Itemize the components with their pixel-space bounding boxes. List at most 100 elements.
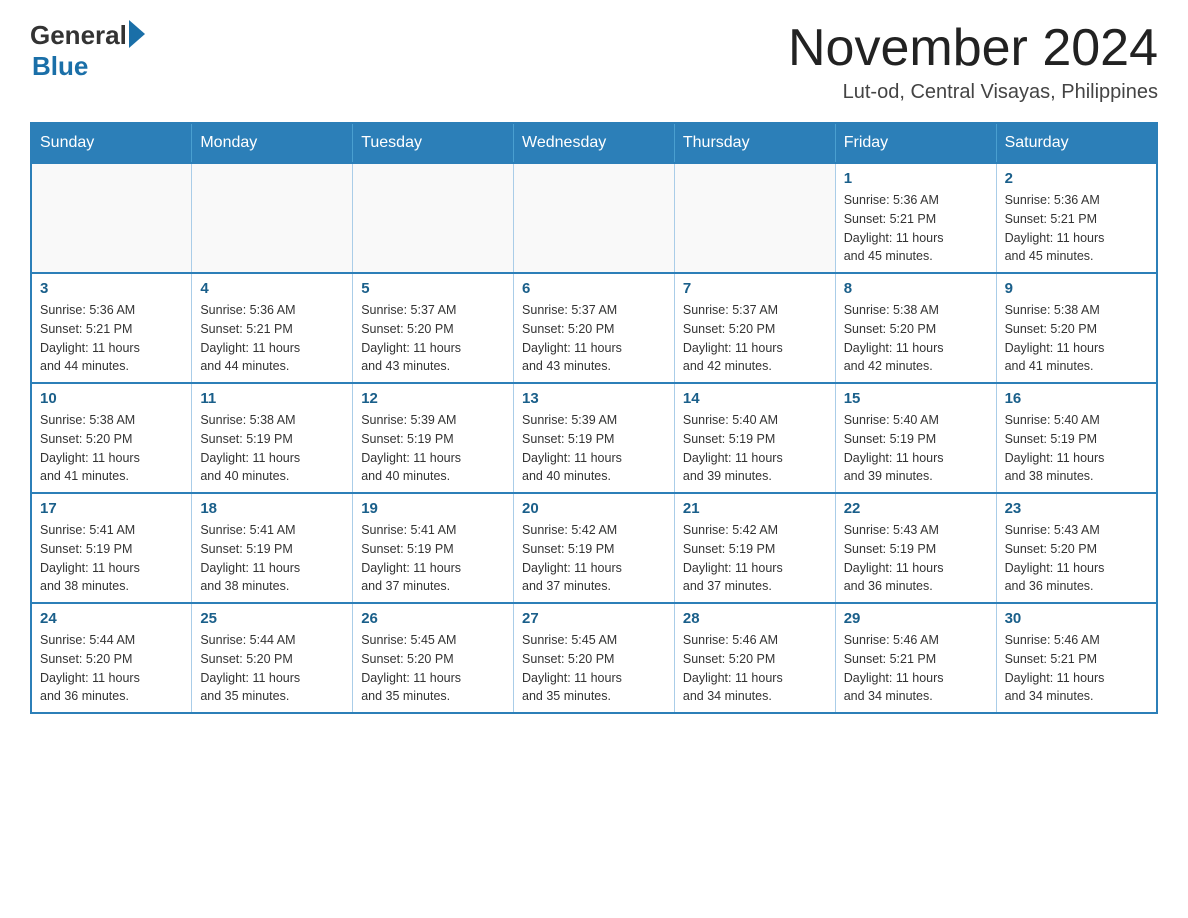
calendar-cell <box>674 163 835 273</box>
calendar-header-row: SundayMondayTuesdayWednesdayThursdayFrid… <box>31 123 1157 163</box>
day-number: 19 <box>361 500 505 517</box>
day-number: 29 <box>844 610 988 627</box>
calendar-week-row: 10 Sunrise: 5:38 AM Sunset: 5:20 PM Dayli… <box>31 383 1157 493</box>
calendar-cell: 10 Sunrise: 5:38 AM Sunset: 5:20 PM Dayli… <box>31 383 192 493</box>
logo: General Blue <box>30 20 145 82</box>
day-number: 25 <box>200 610 344 627</box>
day-info: Sunrise: 5:40 AM Sunset: 5:19 PM Dayligh… <box>844 411 988 486</box>
day-number: 28 <box>683 610 827 627</box>
day-number: 18 <box>200 500 344 517</box>
calendar-cell: 27Sunrise: 5:45 AM Sunset: 5:20 PM Dayli… <box>514 603 675 713</box>
day-number: 27 <box>522 610 666 627</box>
calendar-cell: 3Sunrise: 5:36 AM Sunset: 5:21 PM Daylig… <box>31 273 192 383</box>
calendar-day-header: Tuesday <box>353 123 514 163</box>
day-info: Sunrise: 5:46 AM Sunset: 5:21 PM Dayligh… <box>844 631 988 706</box>
calendar-cell: 22 Sunrise: 5:43 AM Sunset: 5:19 PM Dayli… <box>835 493 996 603</box>
day-info: Sunrise: 5:38 AM Sunset: 5:19 PM Dayligh… <box>200 411 344 486</box>
day-info: Sunrise: 5:36 AM Sunset: 5:21 PM Dayligh… <box>1005 191 1148 266</box>
calendar-cell: 1 Sunrise: 5:36 AM Sunset: 5:21 PM Daylig… <box>835 163 996 273</box>
calendar-week-row: 17Sunrise: 5:41 AM Sunset: 5:19 PM Dayli… <box>31 493 1157 603</box>
day-info: Sunrise: 5:43 AM Sunset: 5:20 PM Dayligh… <box>1005 521 1148 596</box>
calendar-cell <box>192 163 353 273</box>
day-number: 30 <box>1005 610 1148 627</box>
day-number: 3 <box>40 280 183 297</box>
day-number: 2 <box>1005 170 1148 187</box>
day-info: Sunrise: 5:40 AM Sunset: 5:19 PM Dayligh… <box>1005 411 1148 486</box>
day-number: 9 <box>1005 280 1148 297</box>
day-number: 11 <box>200 390 344 407</box>
day-info: Sunrise: 5:38 AM Sunset: 5:20 PM Dayligh… <box>40 411 183 486</box>
calendar-day-header: Saturday <box>996 123 1157 163</box>
day-number: 16 <box>1005 390 1148 407</box>
calendar-day-header: Friday <box>835 123 996 163</box>
calendar-week-row: 24 Sunrise: 5:44 AM Sunset: 5:20 PM Dayli… <box>31 603 1157 713</box>
day-number: 12 <box>361 390 505 407</box>
day-number: 1 <box>844 170 988 187</box>
calendar-cell: 12 Sunrise: 5:39 AM Sunset: 5:19 PM Dayli… <box>353 383 514 493</box>
day-info: Sunrise: 5:38 AM Sunset: 5:20 PM Dayligh… <box>844 301 988 376</box>
day-number: 8 <box>844 280 988 297</box>
day-info: Sunrise: 5:44 AM Sunset: 5:20 PM Dayligh… <box>40 631 183 706</box>
calendar-cell: 29 Sunrise: 5:46 AM Sunset: 5:21 PM Dayli… <box>835 603 996 713</box>
day-info: Sunrise: 5:41 AM Sunset: 5:19 PM Dayligh… <box>40 521 183 596</box>
title-section: November 2024 Lut-od, Central Visayas, P… <box>788 20 1158 104</box>
calendar-cell: 26 Sunrise: 5:45 AM Sunset: 5:20 PM Dayli… <box>353 603 514 713</box>
day-number: 24 <box>40 610 183 627</box>
day-info: Sunrise: 5:46 AM Sunset: 5:21 PM Dayligh… <box>1005 631 1148 706</box>
calendar-cell: 11 Sunrise: 5:38 AM Sunset: 5:19 PM Dayli… <box>192 383 353 493</box>
day-number: 23 <box>1005 500 1148 517</box>
calendar-cell: 4 Sunrise: 5:36 AM Sunset: 5:21 PM Daylig… <box>192 273 353 383</box>
day-info: Sunrise: 5:39 AM Sunset: 5:19 PM Dayligh… <box>361 411 505 486</box>
logo-arrow-icon <box>129 20 145 48</box>
logo-general-text: General <box>30 20 127 51</box>
calendar-week-row: 3 Sunrise: 5:36 AM Sunset: 5:21 PM Daylig… <box>31 273 1157 383</box>
day-info: Sunrise: 5:39 AM Sunset: 5:19 PM Dayligh… <box>522 411 666 486</box>
calendar-cell: 24 Sunrise: 5:44 AM Sunset: 5:20 PM Dayli… <box>31 603 192 713</box>
calendar-cell: 28 Sunrise: 5:46 AM Sunset: 5:20 PM Dayli… <box>674 603 835 713</box>
calendar-day-header: Monday <box>192 123 353 163</box>
day-info: Sunrise: 5:41 AM Sunset: 5:19 PM Dayligh… <box>361 521 505 596</box>
calendar-cell: 16 Sunrise: 5:40 AM Sunset: 5:19 PM Dayli… <box>996 383 1157 493</box>
day-number: 7 <box>683 280 827 297</box>
calendar-cell: 20 Sunrise: 5:42 AM Sunset: 5:19 PM Dayli… <box>514 493 675 603</box>
calendar-day-header: Sunday <box>31 123 192 163</box>
calendar-cell <box>353 163 514 273</box>
calendar-cell <box>514 163 675 273</box>
day-number: 26 <box>361 610 505 627</box>
day-number: 22 <box>844 500 988 517</box>
calendar-cell: 2 Sunrise: 5:36 AM Sunset: 5:21 PM Daylig… <box>996 163 1157 273</box>
day-info: Sunrise: 5:42 AM Sunset: 5:19 PM Dayligh… <box>522 521 666 596</box>
calendar-cell: 5 Sunrise: 5:37 AM Sunset: 5:20 PM Daylig… <box>353 273 514 383</box>
calendar-table: SundayMondayTuesdayWednesdayThursdayFrid… <box>30 122 1158 714</box>
day-info: Sunrise: 5:44 AM Sunset: 5:20 PM Dayligh… <box>200 631 344 706</box>
day-info: Sunrise: 5:43 AM Sunset: 5:19 PM Dayligh… <box>844 521 988 596</box>
subtitle: Lut-od, Central Visayas, Philippines <box>788 81 1158 104</box>
day-number: 5 <box>361 280 505 297</box>
calendar-cell: 17Sunrise: 5:41 AM Sunset: 5:19 PM Dayli… <box>31 493 192 603</box>
calendar-cell <box>31 163 192 273</box>
calendar-cell: 7 Sunrise: 5:37 AM Sunset: 5:20 PM Daylig… <box>674 273 835 383</box>
day-info: Sunrise: 5:45 AM Sunset: 5:20 PM Dayligh… <box>361 631 505 706</box>
day-number: 21 <box>683 500 827 517</box>
day-info: Sunrise: 5:46 AM Sunset: 5:20 PM Dayligh… <box>683 631 827 706</box>
day-number: 20 <box>522 500 666 517</box>
day-info: Sunrise: 5:40 AM Sunset: 5:19 PM Dayligh… <box>683 411 827 486</box>
day-number: 6 <box>522 280 666 297</box>
calendar-day-header: Thursday <box>674 123 835 163</box>
day-info: Sunrise: 5:36 AM Sunset: 5:21 PM Dayligh… <box>844 191 988 266</box>
calendar-cell: 19 Sunrise: 5:41 AM Sunset: 5:19 PM Dayli… <box>353 493 514 603</box>
calendar-cell: 18Sunrise: 5:41 AM Sunset: 5:19 PM Dayli… <box>192 493 353 603</box>
calendar-cell: 8 Sunrise: 5:38 AM Sunset: 5:20 PM Daylig… <box>835 273 996 383</box>
calendar-day-header: Wednesday <box>514 123 675 163</box>
day-info: Sunrise: 5:37 AM Sunset: 5:20 PM Dayligh… <box>361 301 505 376</box>
day-info: Sunrise: 5:36 AM Sunset: 5:21 PM Dayligh… <box>200 301 344 376</box>
calendar-cell: 6 Sunrise: 5:37 AM Sunset: 5:20 PM Daylig… <box>514 273 675 383</box>
calendar-cell: 30 Sunrise: 5:46 AM Sunset: 5:21 PM Dayli… <box>996 603 1157 713</box>
day-number: 4 <box>200 280 344 297</box>
day-number: 14 <box>683 390 827 407</box>
day-info: Sunrise: 5:37 AM Sunset: 5:20 PM Dayligh… <box>683 301 827 376</box>
day-info: Sunrise: 5:38 AM Sunset: 5:20 PM Dayligh… <box>1005 301 1148 376</box>
day-number: 10 <box>40 390 183 407</box>
day-info: Sunrise: 5:37 AM Sunset: 5:20 PM Dayligh… <box>522 301 666 376</box>
day-info: Sunrise: 5:42 AM Sunset: 5:19 PM Dayligh… <box>683 521 827 596</box>
